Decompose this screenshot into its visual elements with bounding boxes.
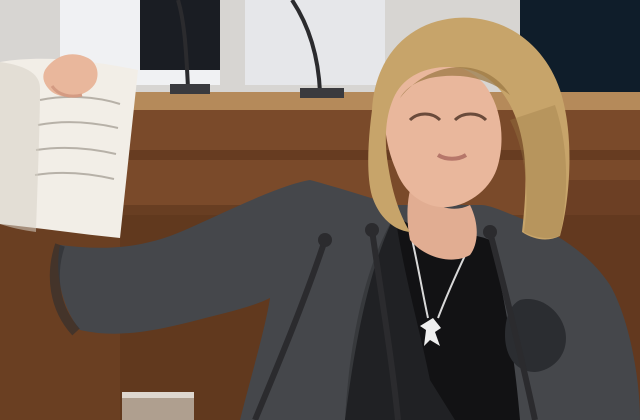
background-person-light xyxy=(245,0,385,85)
front-mic-left-head xyxy=(318,233,332,247)
front-mic-center-head xyxy=(365,223,379,237)
front-mic-right-head xyxy=(483,225,497,239)
mic-base-2 xyxy=(300,88,344,98)
mic-base-1 xyxy=(170,84,210,94)
water-glass xyxy=(122,392,194,420)
glass-rim xyxy=(122,392,194,398)
paper-fold-shadow xyxy=(0,62,40,232)
photo xyxy=(0,0,640,420)
